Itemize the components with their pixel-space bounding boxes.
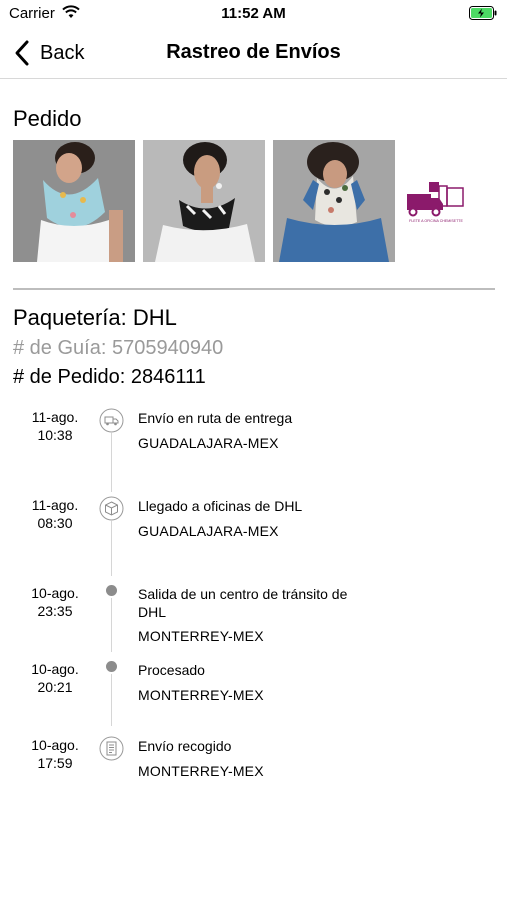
status-dot-icon <box>106 585 117 596</box>
event-datetime: 10-ago. 17:59 <box>20 736 90 772</box>
navigation-bar: Back Rastreo de Envíos <box>0 28 507 79</box>
tracking-number[interactable]: # de Guía: 5705940940 <box>13 337 223 360</box>
event-date: 10-ago. <box>31 585 79 601</box>
product-thumbnails <box>13 140 395 262</box>
timeline-connector <box>111 598 112 652</box>
event-time: 08:30 <box>37 515 73 531</box>
order-number: # de Pedido: 2846111 <box>13 366 206 388</box>
delivery-brand-logo: FLETE A OFICINA CHEMISETTE <box>407 182 464 223</box>
event-date: 10-ago. <box>31 661 79 677</box>
event-description: Procesado <box>138 662 205 678</box>
event-datetime: 10-ago. 20:21 <box>20 660 90 696</box>
status-dot-icon <box>106 661 117 672</box>
event-datetime: 11-ago. 08:30 <box>20 496 90 532</box>
delivery-truck-icon <box>99 408 124 433</box>
battery-charging-icon <box>469 6 497 20</box>
event-location: MONTERREY-MEX <box>138 763 264 779</box>
event-location: MONTERREY-MEX <box>138 628 264 644</box>
event-date: 10-ago. <box>31 737 79 753</box>
package-box-icon <box>99 496 124 521</box>
event-description: Envío en ruta de entrega <box>138 410 293 426</box>
event-time: 23:35 <box>37 603 73 619</box>
shipping-carrier: Paquetería: DHL <box>13 305 177 330</box>
event-time: 17:59 <box>37 755 73 771</box>
event-date: 11-ago. <box>31 497 79 513</box>
event-location: MONTERREY-MEX <box>138 687 264 703</box>
timeline-connector <box>111 520 112 576</box>
event-description: Envío recogido <box>138 738 232 754</box>
event-time: 10:38 <box>37 427 73 443</box>
timeline-connector <box>111 674 112 726</box>
status-time: 11:52 AM <box>221 5 286 22</box>
event-time: 20:21 <box>37 679 73 695</box>
event-datetime: 11-ago. 10:38 <box>20 408 90 444</box>
event-description: Salida de un centro de tránsito de DHL <box>138 586 348 620</box>
order-section-title: Pedido <box>13 106 82 131</box>
event-location: GUADALAJARA-MEX <box>138 435 279 451</box>
timeline-connector <box>111 430 112 492</box>
status-bar: Carrier 11:52 AM <box>0 0 507 28</box>
receipt-icon <box>99 736 124 761</box>
event-datetime: 10-ago. 23:35 <box>20 584 90 620</box>
product-image-floral-scarf[interactable] <box>273 140 395 262</box>
section-divider <box>13 288 495 290</box>
event-description: Llegado a oficinas de DHL <box>138 498 303 514</box>
product-image-light-blue-scarf[interactable] <box>13 140 135 262</box>
event-date: 11-ago. <box>31 409 79 425</box>
page-title: Rastreo de Envíos <box>166 41 341 63</box>
event-location: GUADALAJARA-MEX <box>138 523 279 539</box>
svg-text:FLETE A OFICINA CHEMISETTE: FLETE A OFICINA CHEMISETTE <box>409 219 463 223</box>
product-image-black-white-scarf[interactable] <box>143 140 265 262</box>
